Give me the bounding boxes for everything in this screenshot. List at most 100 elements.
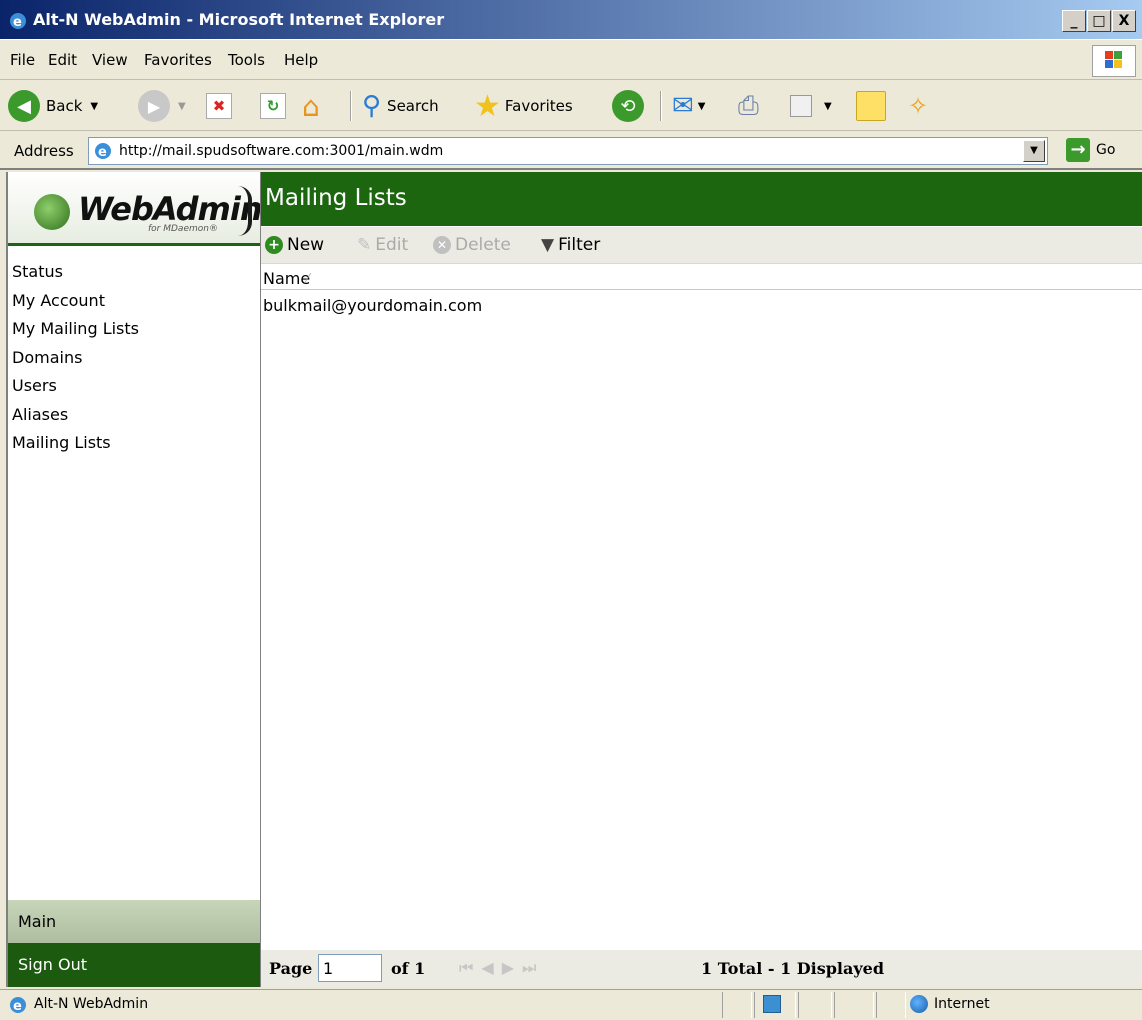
close-button[interactable]: X — [1112, 10, 1136, 32]
filter-icon: ▼ — [541, 235, 555, 255]
edit-button[interactable]: ✎ Edit — [357, 235, 408, 255]
svg-text:e: e — [13, 999, 22, 1014]
last-page-icon[interactable]: ⏭ — [522, 958, 536, 978]
sidebar-item-mailing-lists[interactable]: Mailing Lists — [12, 429, 139, 458]
logo-text: WebAdmin — [78, 190, 263, 228]
favorites-button[interactable]: ★ Favorites — [474, 89, 573, 124]
page-count-label: of 1 — [391, 959, 426, 978]
chevron-down-icon: ▼ — [697, 100, 706, 112]
note-icon — [856, 91, 886, 121]
back-button[interactable]: ◀ Back ▼ — [8, 89, 98, 123]
delete-button[interactable]: ✕ Delete — [433, 235, 511, 255]
refresh-icon: ↻ — [260, 93, 286, 119]
address-label: Address — [14, 142, 74, 160]
browser-window: e Alt-N WebAdmin - Microsoft Internet Ex… — [0, 0, 1142, 1019]
globe-icon — [910, 995, 928, 1013]
sign-out-label: Sign Out — [18, 955, 87, 974]
sign-out-button[interactable]: Sign Out — [8, 943, 260, 987]
status-cell — [834, 992, 874, 1018]
menu-file[interactable]: File — [10, 51, 35, 69]
webadmin-logo: WebAdmin for MDaemon® — [8, 172, 263, 246]
main-panel: Mailing Lists + New ✎ Edit ✕ Delete ▼ Fi… — [260, 172, 1142, 987]
ie-icon: e — [10, 13, 26, 30]
menu-favorites[interactable]: Favorites — [144, 51, 212, 69]
menu-tools[interactable]: Tools — [228, 51, 265, 69]
first-page-icon[interactable]: ⏮ — [459, 958, 473, 978]
column-header-name[interactable]: Name ⁄ — [261, 263, 1142, 290]
status-text: Alt-N WebAdmin — [34, 996, 149, 1012]
window-title: Alt-N WebAdmin - Microsoft Internet Expl… — [33, 10, 445, 29]
page-icon: e — [10, 997, 26, 1014]
sidebar-main-tab[interactable]: Main — [8, 900, 260, 943]
new-button[interactable]: + New — [265, 235, 324, 255]
mail-button[interactable]: ✉ ▼ — [672, 89, 706, 123]
webadmin-logo-icon — [34, 194, 70, 230]
menu-help[interactable]: Help — [284, 51, 318, 69]
main-tab-label: Main — [18, 912, 57, 931]
sidebar: WebAdmin for MDaemon® Status My Account … — [6, 172, 263, 987]
messenger-button[interactable]: ✧ — [908, 89, 928, 123]
windows-logo-icon — [1092, 45, 1136, 77]
search-icon: ⚲ — [362, 91, 382, 121]
history-icon: ⟲ — [612, 90, 644, 122]
next-page-icon[interactable]: ▶ — [502, 958, 514, 978]
home-icon: ⌂ — [302, 89, 320, 123]
menu-view[interactable]: View — [92, 51, 128, 69]
mail-icon: ✉ — [672, 91, 694, 121]
address-input[interactable]: e http://mail.spudsoftware.com:3001/main… — [88, 137, 1048, 165]
delete-label: Delete — [455, 235, 511, 255]
edit-page-button[interactable]: ▼ — [790, 89, 832, 123]
logo-subtitle: for MDaemon® — [148, 224, 218, 234]
address-url: http://mail.spudsoftware.com:3001/main.w… — [119, 143, 444, 159]
maximize-button[interactable]: □ — [1087, 10, 1111, 32]
pager-nav: ⏮ ◀ ▶ ⏭ — [459, 958, 536, 978]
chevron-down-icon: ▼ — [90, 100, 99, 112]
toolbar-separator — [660, 91, 662, 121]
list-item[interactable]: bulkmail@yourdomain.com — [263, 296, 482, 315]
sidebar-item-status[interactable]: Status — [12, 258, 139, 287]
sidebar-item-my-mailing-lists[interactable]: My Mailing Lists — [12, 315, 139, 344]
sidebar-nav: Status My Account My Mailing Lists Domai… — [12, 258, 139, 458]
page-label: Page — [269, 959, 313, 978]
page-header: Mailing Lists — [261, 172, 1142, 226]
address-dropdown-button[interactable]: ▼ — [1023, 140, 1045, 162]
print-icon: ⎙ — [738, 90, 759, 121]
filter-button[interactable]: ▼ Filter — [541, 235, 600, 255]
messenger-icon: ✧ — [908, 92, 929, 120]
browser-toolbar: ◀ Back ▼ ▶ ▼ ✖ ↻ ⌂ ⚲ Search ★ Favorites … — [0, 81, 1142, 131]
window-controls: _ □ X — [1062, 10, 1136, 32]
forward-button[interactable]: ▶ ▼ — [138, 89, 186, 123]
sidebar-item-domains[interactable]: Domains — [12, 344, 139, 373]
refresh-button[interactable]: ↻ — [260, 89, 286, 123]
sidebar-item-aliases[interactable]: Aliases — [12, 401, 139, 430]
edit-label: Edit — [375, 235, 409, 255]
status-cell — [876, 992, 906, 1018]
svg-text:e: e — [13, 15, 22, 30]
sidebar-item-users[interactable]: Users — [12, 372, 139, 401]
svg-text:e: e — [98, 145, 107, 160]
search-label: Search — [387, 97, 439, 115]
search-button[interactable]: ⚲ Search — [362, 89, 439, 123]
discuss-button[interactable] — [856, 89, 886, 123]
history-button[interactable]: ⟲ — [612, 89, 644, 123]
go-button[interactable]: → Go — [1066, 138, 1115, 162]
toolbar-separator — [350, 91, 352, 121]
title-bar[interactable]: e Alt-N WebAdmin - Microsoft Internet Ex… — [0, 0, 1142, 40]
chevron-down-icon: ▼ — [824, 100, 832, 112]
sidebar-item-my-account[interactable]: My Account — [12, 287, 139, 316]
security-icon — [763, 995, 781, 1013]
page-number-input[interactable] — [318, 954, 382, 982]
go-label: Go — [1096, 142, 1116, 158]
delete-icon: ✕ — [433, 236, 451, 254]
stop-icon: ✖ — [206, 93, 232, 119]
back-label: Back — [46, 97, 83, 115]
chevron-down-icon: ▼ — [178, 100, 186, 112]
stop-button[interactable]: ✖ — [206, 89, 232, 123]
menu-bar: File Edit View Favorites Tools Help — [0, 41, 1142, 80]
minimize-button[interactable]: _ — [1062, 10, 1086, 32]
status-cell — [722, 992, 752, 1018]
prev-page-icon[interactable]: ◀ — [481, 958, 493, 978]
home-button[interactable]: ⌂ — [302, 89, 320, 123]
print-button[interactable]: ⎙ — [738, 89, 759, 123]
menu-edit[interactable]: Edit — [48, 51, 77, 69]
